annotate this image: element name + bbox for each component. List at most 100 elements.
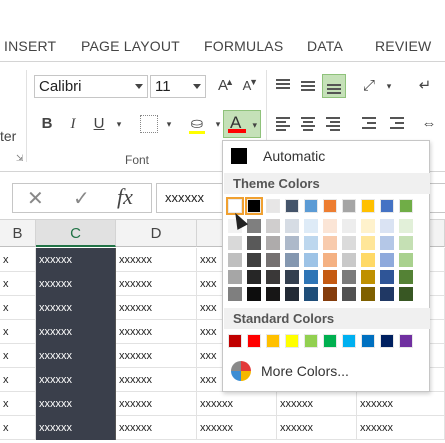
fill-color-button[interactable]: ⛀ — [186, 113, 208, 135]
cell[interactable]: xxxxxx — [36, 392, 116, 416]
theme-tint-swatch[interactable] — [342, 287, 356, 301]
cell[interactable]: x — [0, 248, 36, 272]
theme-tint-swatch[interactable] — [304, 219, 318, 233]
theme-tint-swatch[interactable] — [247, 287, 261, 301]
theme-tint-swatch[interactable] — [361, 270, 375, 284]
cell[interactable]: xxxxxx — [36, 368, 116, 392]
theme-tint-swatch[interactable] — [247, 270, 261, 284]
theme-tint-swatch[interactable] — [323, 219, 337, 233]
align-left-button[interactable] — [272, 113, 294, 135]
font-color-button[interactable]: A ▾ — [223, 110, 261, 138]
cell[interactable]: x — [0, 416, 36, 440]
theme-tint-swatch[interactable] — [285, 287, 299, 301]
column-header-c[interactable]: C — [36, 220, 116, 247]
standard-color-swatch[interactable] — [323, 334, 337, 348]
theme-tint-swatch[interactable] — [342, 253, 356, 267]
theme-tint-swatch[interactable] — [399, 236, 413, 250]
orientation-button[interactable]: ⤢ — [358, 75, 380, 97]
cell[interactable]: xxxxxx — [116, 272, 197, 296]
theme-tint-swatch[interactable] — [304, 287, 318, 301]
cell[interactable]: xxxxxx — [116, 248, 197, 272]
cell[interactable]: xxxxxx — [116, 392, 197, 416]
theme-tint-swatch[interactable] — [266, 253, 280, 267]
theme-tint-swatch[interactable] — [228, 270, 242, 284]
theme-color-swatch[interactable] — [361, 199, 375, 213]
theme-tint-swatch[interactable] — [361, 219, 375, 233]
theme-tint-swatch[interactable] — [380, 270, 394, 284]
chevron-down-icon[interactable] — [193, 84, 201, 89]
theme-tint-swatch[interactable] — [266, 270, 280, 284]
theme-color-swatch[interactable] — [399, 199, 413, 213]
chevron-down-icon[interactable]: ▾ — [252, 114, 257, 136]
theme-tint-swatch[interactable] — [323, 270, 337, 284]
theme-tint-swatch[interactable] — [323, 236, 337, 250]
cancel-button[interactable]: ✕ — [27, 186, 44, 211]
dialog-launcher-icon[interactable]: ⇲ — [16, 153, 24, 164]
theme-color-swatch[interactable] — [380, 199, 394, 213]
cell[interactable]: xxxxxx — [277, 416, 357, 440]
standard-color-swatch[interactable] — [266, 334, 280, 348]
borders-button[interactable] — [140, 115, 158, 133]
cell[interactable]: xxxxxx — [36, 296, 116, 320]
bottom-align-button[interactable] — [322, 74, 346, 98]
cell[interactable]: xxxxxx — [36, 320, 116, 344]
cell[interactable]: xxxxxx — [357, 392, 445, 416]
theme-tint-swatch[interactable] — [304, 253, 318, 267]
cell[interactable]: xxxxxx — [116, 416, 197, 440]
theme-tint-swatch[interactable] — [323, 287, 337, 301]
theme-tint-swatch[interactable] — [380, 287, 394, 301]
theme-tint-swatch[interactable] — [380, 236, 394, 250]
standard-color-swatch[interactable] — [228, 334, 242, 348]
automatic-color-option[interactable]: Automatic — [229, 145, 425, 167]
bold-button[interactable]: B — [36, 113, 58, 135]
middle-align-button[interactable] — [297, 76, 319, 98]
more-colors-option[interactable]: More Colors... — [229, 358, 425, 384]
theme-tint-swatch[interactable] — [228, 236, 242, 250]
theme-tint-swatch[interactable] — [342, 236, 356, 250]
theme-color-swatch[interactable] — [323, 199, 337, 213]
theme-tint-swatch[interactable] — [342, 219, 356, 233]
theme-color-swatch[interactable] — [245, 197, 263, 215]
cell[interactable]: x — [0, 392, 36, 416]
theme-tint-swatch[interactable] — [247, 219, 261, 233]
standard-color-swatch[interactable] — [304, 334, 318, 348]
chevron-down-icon[interactable] — [135, 84, 143, 89]
theme-tint-swatch[interactable] — [342, 270, 356, 284]
tab-review[interactable]: REVIEW — [375, 38, 431, 54]
standard-color-swatch[interactable] — [285, 334, 299, 348]
standard-color-swatch[interactable] — [342, 334, 356, 348]
tab-formulas[interactable]: FORMULAS — [204, 38, 283, 54]
align-center-button[interactable] — [297, 113, 319, 135]
theme-color-swatch[interactable] — [342, 199, 356, 213]
theme-color-swatch[interactable] — [304, 199, 318, 213]
grow-font-button[interactable]: A ▲ — [212, 75, 234, 97]
theme-tint-swatch[interactable] — [228, 253, 242, 267]
theme-tint-swatch[interactable] — [380, 253, 394, 267]
standard-color-swatch[interactable] — [361, 334, 375, 348]
wrap-text-button[interactable]: ↵ — [414, 75, 436, 97]
theme-tint-swatch[interactable] — [247, 253, 261, 267]
chevron-down-icon[interactable]: ▾ — [378, 75, 400, 97]
cell[interactable]: x — [0, 344, 36, 368]
cell[interactable]: xxxxxx — [116, 344, 197, 368]
theme-color-swatch[interactable] — [285, 199, 299, 213]
theme-tint-swatch[interactable] — [304, 270, 318, 284]
top-align-button[interactable] — [272, 76, 294, 98]
cell[interactable]: xxxxxx — [36, 416, 116, 440]
theme-tint-swatch[interactable] — [361, 253, 375, 267]
theme-tint-swatch[interactable] — [247, 236, 261, 250]
cell[interactable]: xxxxxx — [197, 416, 277, 440]
theme-tint-swatch[interactable] — [361, 287, 375, 301]
cell[interactable]: x — [0, 296, 36, 320]
theme-tint-swatch[interactable] — [380, 219, 394, 233]
cell[interactable]: xxxxxx — [36, 272, 116, 296]
theme-tint-swatch[interactable] — [323, 253, 337, 267]
cell[interactable]: x — [0, 320, 36, 344]
merge-center-button[interactable]: ⇔ — [418, 113, 440, 135]
underline-button[interactable]: U — [88, 113, 110, 135]
insert-function-button[interactable]: fx — [117, 184, 133, 210]
chevron-down-icon[interactable]: ▾ — [108, 113, 130, 135]
chevron-down-icon[interactable]: ▾ — [158, 113, 180, 135]
tab-page-layout[interactable]: PAGE LAYOUT — [81, 38, 180, 54]
column-header-d[interactable]: D — [116, 220, 197, 247]
